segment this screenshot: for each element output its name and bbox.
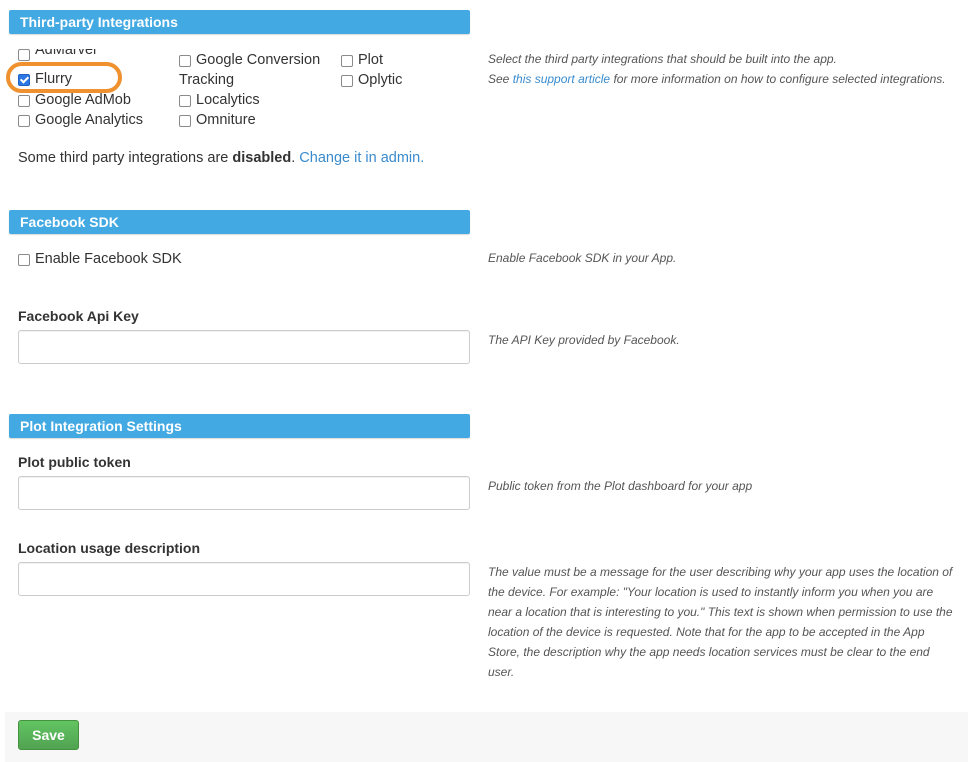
checkbox-admarvel[interactable]: AdMarvel — [18, 49, 96, 61]
facebook-api-key-help: The API Key provided by Facebook. — [488, 333, 680, 347]
third-party-help: Select the third party integrations that… — [488, 49, 946, 89]
location-usage-input[interactable] — [18, 562, 470, 596]
checkbox-localytics[interactable]: Localytics — [179, 90, 260, 110]
checkbox-label: Google Conversion — [196, 52, 321, 68]
flurry-highlight-ring — [6, 62, 122, 93]
checkbox-label: Omniture — [196, 112, 256, 128]
help-line: Select the third party integrations that… — [488, 52, 837, 66]
change-in-admin-link[interactable]: Change it in admin. — [299, 150, 424, 166]
location-usage-label: Location usage description — [18, 540, 201, 556]
facebook-api-key-input[interactable] — [18, 330, 470, 364]
facebook-api-key-label: Facebook Api Key — [18, 308, 139, 324]
help-rest: for more information on how to configure… — [613, 72, 946, 86]
checkbox-label: Google Analytics — [35, 112, 144, 128]
checkbox-box[interactable] — [179, 95, 191, 107]
checkbox-box[interactable] — [341, 75, 353, 87]
checkbox-enable-facebook-sdk[interactable]: Enable Facebook SDK — [18, 249, 182, 269]
checkbox-box[interactable] — [179, 115, 191, 127]
checkbox-box[interactable] — [18, 49, 30, 61]
checkbox-label: Oplytic — [358, 72, 403, 88]
checkbox-label: Google AdMob — [35, 92, 131, 108]
support-article-link[interactable]: this support article — [513, 72, 610, 86]
checkbox-box[interactable] — [179, 55, 191, 67]
plot-token-label: Plot public token — [18, 454, 131, 470]
checkbox-label: Plot — [358, 52, 383, 68]
checkbox-google-conversion-tracking[interactable]: Google Conversion — [179, 50, 320, 70]
plot-token-help: Public token from the Plot dashboard for… — [488, 479, 753, 493]
plot-token-input[interactable] — [18, 476, 470, 510]
help-line: The value must be a message for the user… — [488, 565, 953, 579]
checkbox-box[interactable] — [18, 95, 30, 107]
disabled-word: disabled — [232, 150, 292, 166]
checkbox-box[interactable] — [18, 115, 30, 127]
help-line: See this support article for more inform… — [488, 69, 946, 89]
facebook-sdk-header: Facebook SDK — [9, 210, 470, 234]
third-party-header: Third-party Integrations — [9, 10, 470, 34]
checkbox-plot[interactable]: Plot — [341, 50, 383, 70]
checkbox-box[interactable] — [18, 254, 30, 266]
disabled-notice: Some third party integrations are disabl… — [18, 150, 424, 166]
location-usage-help: The value must be a message for the user… — [488, 562, 953, 682]
checkbox-label: Enable Facebook SDK — [35, 251, 182, 267]
help-line: location of the device is requested. Not… — [488, 625, 925, 639]
disabled-prefix: Some third party integrations are — [18, 150, 229, 166]
save-button[interactable]: Save — [18, 720, 79, 750]
form-actions-bar — [5, 712, 968, 762]
checkbox-google-admob[interactable]: Google AdMob — [18, 90, 131, 110]
checkbox-omniture[interactable]: Omniture — [179, 110, 256, 130]
checkbox-oplytic[interactable]: Oplytic — [341, 70, 402, 90]
checkbox-label: Localytics — [196, 92, 260, 108]
help-line: user. — [488, 665, 515, 679]
plot-settings-header: Plot Integration Settings — [9, 414, 470, 438]
checkbox-label: AdMarvel — [35, 49, 97, 58]
help-see: See — [488, 72, 510, 86]
help-line: Store, the description why the app needs… — [488, 645, 930, 659]
help-line: the device. For example: "Your location … — [488, 585, 934, 599]
disabled-period: . — [291, 150, 296, 166]
facebook-enable-help: Enable Facebook SDK in your App. — [488, 251, 677, 265]
checkbox-google-analytics[interactable]: Google Analytics — [18, 110, 143, 130]
checkbox-label-continuation: Tracking — [179, 72, 235, 88]
checkbox-box[interactable] — [341, 55, 353, 67]
help-line: near a location that is interesting to y… — [488, 605, 953, 619]
